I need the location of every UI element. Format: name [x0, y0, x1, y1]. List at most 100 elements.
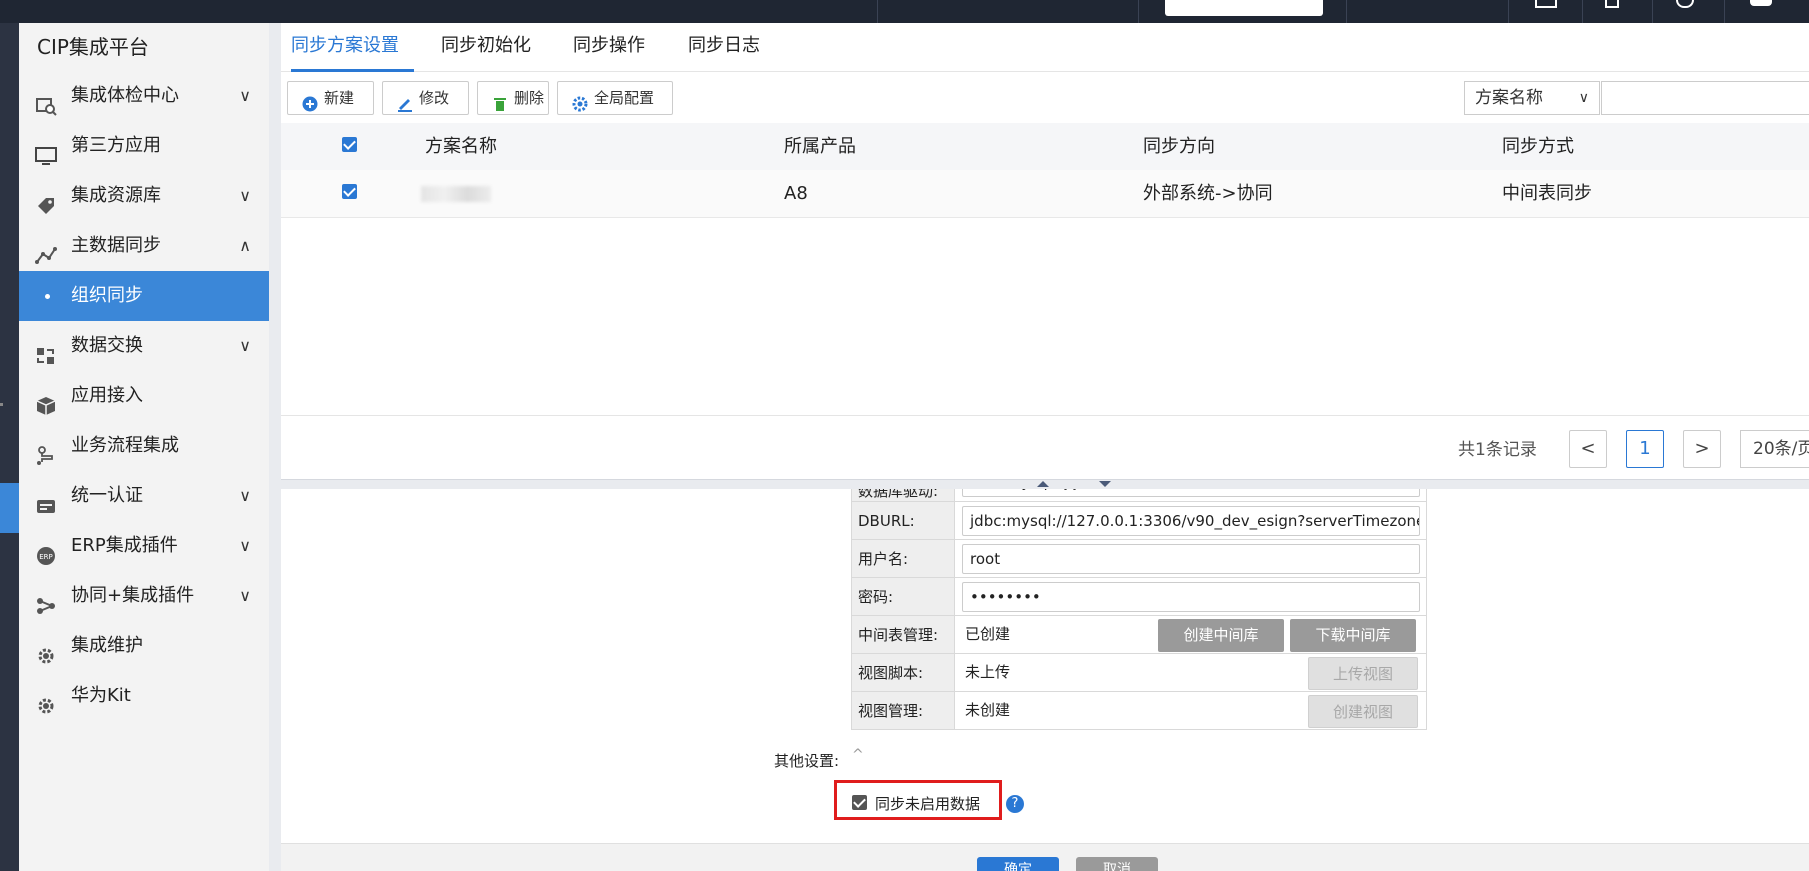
search-field-select[interactable]: 方案名称 ∨ [1464, 81, 1600, 115]
tab-sync-plan-settings[interactable]: 同步方案设置 [291, 23, 414, 72]
sidebar-title: CIP集成平台 [37, 35, 149, 59]
upload-view-button[interactable]: 上传视图 [1308, 657, 1418, 690]
new-button[interactable]: 新建 [287, 81, 374, 115]
sidebar-item-label: 应用接入 [71, 385, 143, 406]
sidebar-item-label: 主数据同步 [71, 235, 161, 256]
sidebar-item-collab-plugin[interactable]: 协同+集成插件 ∨ [19, 571, 269, 621]
password-field[interactable]: •••••••• [962, 582, 1420, 612]
header-divider [1346, 0, 1347, 23]
column-header: 方案名称 [425, 136, 497, 157]
plans-table: 方案名称 所属产品 同步方向 同步方式 A8 外部系统->协同 中间表同步 [281, 123, 1809, 218]
tab-sync-logs[interactable]: 同步日志 [688, 23, 760, 72]
header-divider [1138, 0, 1139, 23]
gear-icon [35, 686, 57, 714]
delete-button[interactable]: 删除 [477, 81, 549, 115]
sidebar-item-label: 组织同步 [71, 285, 143, 306]
expand-down-icon[interactable] [1099, 481, 1111, 487]
sidebar-item-label: 统一认证 [71, 485, 143, 506]
exchange-icon [35, 336, 57, 364]
new-button-label: 新建 [324, 89, 355, 107]
gear-icon [35, 636, 57, 664]
help-icon[interactable]: ? [1006, 795, 1024, 813]
header-divider [1652, 0, 1653, 23]
db-config-form: 数据库驱动: com.mysql.cj.jdbc.Driver DBURL: j… [851, 489, 1427, 730]
delete-button-label: 删除 [514, 89, 545, 107]
form-row-view-script: 视图脚本: 未上传 上传视图 [852, 653, 1426, 691]
sidebar-item-master-data-sync[interactable]: 主数据同步 ∧ [19, 221, 269, 271]
sidebar-item-label: 第三方应用 [71, 135, 161, 156]
view-script-status: 未上传 [965, 663, 1011, 681]
header-scope-select[interactable] [1165, 0, 1323, 16]
svg-text:ERP: ERP [39, 553, 53, 561]
page-size-select[interactable]: 20条/页 [1740, 430, 1809, 468]
row-checkbox[interactable] [342, 184, 357, 199]
form-row-username: 用户名: root [852, 539, 1426, 577]
app-menu-icon[interactable] [0, 0, 18, 23]
create-view-button[interactable]: 创建视图 [1308, 695, 1418, 728]
chevron-up-icon[interactable]: ^ [852, 747, 864, 763]
search-input[interactable] [1601, 81, 1809, 115]
next-page-button[interactable]: > [1683, 430, 1721, 468]
download-middle-db-button[interactable]: 下载中间库 [1290, 619, 1416, 652]
pagination: 共1条记录 < 1 > 20条/页 [281, 415, 1809, 479]
bullet-icon [45, 294, 50, 299]
field-label: 视图脚本: [852, 654, 955, 691]
field-label: 用户名: [852, 540, 955, 577]
sidebar-item-huawei-kit[interactable]: 华为Kit [19, 671, 269, 721]
chevron-down-icon: ∨ [1578, 90, 1589, 106]
form-row-view-manage: 视图管理: 未创建 创建视图 [852, 691, 1426, 729]
health-check-icon [35, 86, 57, 116]
sidebar-item-org-sync[interactable]: 组织同步 [19, 271, 269, 321]
global-config-button-label: 全局配置 [594, 89, 655, 107]
chevron-down-icon: ∨ [239, 186, 251, 205]
tab-sync-init[interactable]: 同步初始化 [441, 23, 531, 72]
sidebar-item-label: 集成维护 [71, 635, 143, 656]
left-strip [0, 23, 19, 871]
cancel-button[interactable]: 取消 [1076, 857, 1158, 871]
sync-disabled-label: 同步未启用数据 [875, 795, 981, 813]
page-1-button[interactable]: 1 [1626, 430, 1664, 468]
edit-button[interactable]: 修改 [382, 81, 469, 115]
sidebar-item-erp-plugin[interactable]: ERP ERP集成插件 ∨ [19, 521, 269, 571]
ok-button[interactable]: 确定 [977, 857, 1059, 871]
help-circle-icon[interactable] [1676, 0, 1694, 8]
sidebar-item-health-check[interactable]: 集成体检中心 ∨ [19, 71, 269, 121]
sync-disabled-checkbox[interactable] [852, 795, 867, 810]
collapse-up-icon[interactable] [1037, 481, 1049, 487]
user-icon[interactable] [1750, 0, 1772, 6]
driver-field[interactable]: com.mysql.cj.jdbc.Driver [962, 489, 1420, 497]
monitor-icon [35, 136, 57, 165]
sidebar-item-process-integration[interactable]: 业务流程集成 [19, 421, 269, 471]
sidebar-item-label: 数据交换 [71, 335, 143, 356]
prev-page-button[interactable]: < [1569, 430, 1607, 468]
record-count: 共1条记录 [1458, 440, 1537, 460]
username-field[interactable]: root [962, 544, 1420, 574]
cell-direction: 外部系统->协同 [1143, 183, 1273, 204]
tab-sync-operations[interactable]: 同步操作 [573, 23, 645, 72]
chevron-down-icon: ∨ [239, 486, 251, 505]
sidebar-gutter [269, 23, 281, 871]
dburl-field[interactable]: jdbc:mysql://127.0.0.1:3306/v90_dev_esig… [962, 506, 1420, 536]
sidebar-item-unified-auth[interactable]: 统一认证 ∨ [19, 471, 269, 521]
panel-splitter[interactable] [281, 479, 1809, 489]
sidebar-item-third-party[interactable]: 第三方应用 [19, 121, 269, 171]
field-label: 密码: [852, 578, 955, 615]
field-label: DBURL: [852, 502, 955, 539]
field-label: 视图管理: [852, 692, 955, 729]
header-divider [1582, 0, 1583, 23]
grid-icon[interactable] [1535, 0, 1557, 8]
sidebar-item-data-exchange[interactable]: 数据交换 ∨ [19, 321, 269, 371]
form-row-password: 密码: •••••••• [852, 577, 1426, 615]
search-field-label: 方案名称 [1475, 88, 1543, 108]
table-row[interactable]: A8 外部系统->协同 中间表同步 [281, 170, 1809, 218]
sidebar: CIP集成平台 集成体检中心 ∨ 第三方应用 集成资源库 ∨ 主数据同步 ∧ 组… [19, 23, 269, 871]
create-middle-db-button[interactable]: 创建中间库 [1158, 619, 1284, 652]
global-config-button[interactable]: 全局配置 [557, 81, 673, 115]
select-all-checkbox[interactable] [342, 137, 357, 152]
sidebar-item-app-access[interactable]: 应用接入 [19, 371, 269, 421]
phone-icon[interactable] [1605, 0, 1619, 8]
chevron-down-icon: ∨ [239, 586, 251, 605]
sidebar-item-resources[interactable]: 集成资源库 ∨ [19, 171, 269, 221]
field-label: 数据库驱动: [852, 489, 955, 501]
sidebar-item-maintenance[interactable]: 集成维护 [19, 621, 269, 671]
